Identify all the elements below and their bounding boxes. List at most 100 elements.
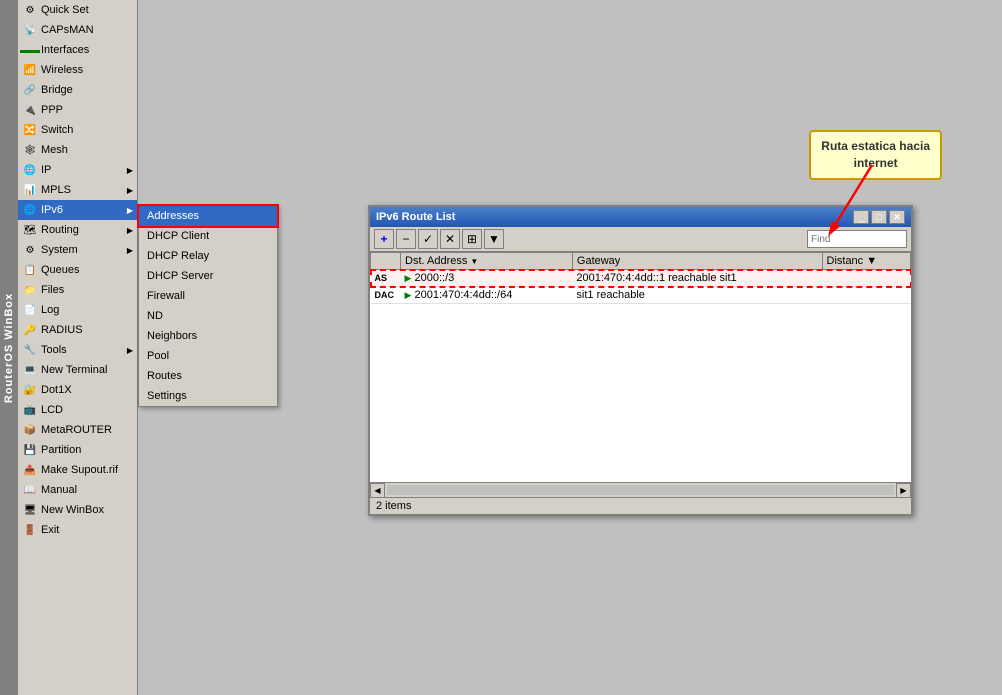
col-distance[interactable]: Distanc ▼ xyxy=(822,253,911,270)
route-table-container: Dst. Address Gateway Distanc ▼ xyxy=(370,252,911,482)
submenu-item-pool[interactable]: Pool xyxy=(139,346,277,366)
sidebar-item-quick-set[interactable]: ⚙ Quick Set xyxy=(18,0,137,20)
sidebar-item-metarouter[interactable]: 📦 MetaROUTER xyxy=(18,420,137,440)
dot1x-icon: 🔐 xyxy=(22,382,38,398)
scroll-track[interactable] xyxy=(387,485,894,495)
row2-distance xyxy=(822,287,911,304)
sidebar-label-mpls: MPLS xyxy=(41,184,71,196)
sidebar-item-partition[interactable]: 💾 Partition xyxy=(18,440,137,460)
sidebar-item-radius[interactable]: 🔑 RADIUS xyxy=(18,320,137,340)
sidebar-label-tools: Tools xyxy=(41,344,67,356)
sidebar-item-switch[interactable]: 🔀 Switch xyxy=(18,120,137,140)
make-supout-icon: 📤 xyxy=(22,462,38,478)
add-button[interactable]: + xyxy=(374,229,394,249)
cross-button[interactable]: ✕ xyxy=(440,229,460,249)
sidebar-item-routing[interactable]: 🗺 Routing xyxy=(18,220,137,240)
mesh-icon: 🕸 xyxy=(22,142,38,158)
check-button[interactable]: ✓ xyxy=(418,229,438,249)
sidebar-label-exit: Exit xyxy=(41,524,59,536)
submenu-item-dhcp-relay[interactable]: DHCP Relay xyxy=(139,246,277,266)
submenu-item-firewall[interactable]: Firewall xyxy=(139,286,277,306)
bridge-icon: 🔗 xyxy=(22,82,38,98)
sidebar-item-ipv6[interactable]: 🌐 IPv6 xyxy=(18,200,137,220)
sidebar-item-lcd[interactable]: 📺 LCD xyxy=(18,400,137,420)
submenu-label-settings: Settings xyxy=(147,390,187,402)
sidebar-item-manual[interactable]: 📖 Manual xyxy=(18,480,137,500)
submenu-item-dhcp-server[interactable]: DHCP Server xyxy=(139,266,277,286)
ppp-icon: 🔌 xyxy=(22,102,38,118)
sidebar-item-log[interactable]: 📄 Log xyxy=(18,300,137,320)
sidebar-label-routing: Routing xyxy=(41,224,79,236)
row2-flags: DAC xyxy=(371,287,401,304)
sidebar-item-capsman[interactable]: 📡 CAPsMAN xyxy=(18,20,137,40)
col-dst-address[interactable]: Dst. Address xyxy=(401,253,573,270)
red-arrow xyxy=(812,155,912,255)
switch-icon: 🔀 xyxy=(22,122,38,138)
submenu-label-firewall: Firewall xyxy=(147,290,185,302)
submenu-item-addresses[interactable]: Addresses xyxy=(139,206,277,226)
files-icon: 📁 xyxy=(22,282,38,298)
table-row[interactable]: DAC ▶ 2001:470:4:4dd::/64 sit1 reachable xyxy=(371,287,911,304)
queues-icon: 📋 xyxy=(22,262,38,278)
sidebar-item-new-winbox[interactable]: 🖥 New WinBox xyxy=(18,500,137,520)
sidebar-item-ip[interactable]: 🌐 IP xyxy=(18,160,137,180)
sidebar-label-log: Log xyxy=(41,304,59,316)
submenu-label-addresses: Addresses xyxy=(147,210,199,222)
col-gateway[interactable]: Gateway xyxy=(572,253,822,270)
row1-dst: ▶ 2000::/3 xyxy=(401,270,573,287)
sidebar-label-make-supout: Make Supout.rif xyxy=(41,464,118,476)
winbox-label: RouterOS WinBox xyxy=(0,0,18,695)
item-count: 2 items xyxy=(376,500,411,512)
scroll-right-button[interactable]: ▶ xyxy=(896,483,911,498)
metarouter-icon: 📦 xyxy=(22,422,38,438)
status-bar: 2 items xyxy=(370,497,911,514)
scroll-left-button[interactable]: ◀ xyxy=(370,483,385,498)
sidebar-label-switch: Switch xyxy=(41,124,73,136)
remove-button[interactable]: − xyxy=(396,229,416,249)
sidebar-item-system[interactable]: ⚙ System xyxy=(18,240,137,260)
sidebar-item-bridge[interactable]: 🔗 Bridge xyxy=(18,80,137,100)
submenu-label-dhcp-server: DHCP Server xyxy=(147,270,213,282)
submenu-item-neighbors[interactable]: Neighbors xyxy=(139,326,277,346)
sidebar-label-mesh: Mesh xyxy=(41,144,68,156)
table-row[interactable]: AS ▶ 2000::/3 2001:470:4:4dd::1 reachabl… xyxy=(371,270,911,287)
sidebar-item-tools[interactable]: 🔧 Tools xyxy=(18,340,137,360)
sidebar-label-ipv6: IPv6 xyxy=(41,204,63,216)
col-flags[interactable] xyxy=(371,253,401,270)
submenu-item-dhcp-client[interactable]: DHCP Client xyxy=(139,226,277,246)
ipv6-submenu: Addresses DHCP Client DHCP Relay DHCP Se… xyxy=(138,205,278,407)
sidebar-item-interfaces[interactable]: ▬▬ Interfaces xyxy=(18,40,137,60)
sidebar-item-exit[interactable]: 🚪 Exit xyxy=(18,520,137,540)
sidebar-label-new-terminal: New Terminal xyxy=(41,364,107,376)
mpls-icon: 📊 xyxy=(22,182,38,198)
sidebar-label-radius: RADIUS xyxy=(41,324,83,336)
copy-button[interactable]: ⊞ xyxy=(462,229,482,249)
submenu-item-settings[interactable]: Settings xyxy=(139,386,277,406)
routing-icon: 🗺 xyxy=(22,222,38,238)
sidebar-item-mesh[interactable]: 🕸 Mesh xyxy=(18,140,137,160)
exit-icon: 🚪 xyxy=(22,522,38,538)
sidebar-label-partition: Partition xyxy=(41,444,81,456)
sidebar-item-mpls[interactable]: 📊 MPLS xyxy=(18,180,137,200)
row1-distance xyxy=(822,270,911,287)
filter-button[interactable]: ▼ xyxy=(484,229,504,249)
sidebar-label-capsman: CAPsMAN xyxy=(41,24,94,36)
sidebar-item-wireless[interactable]: 📶 Wireless xyxy=(18,60,137,80)
row2-dst: ▶ 2001:470:4:4dd::/64 xyxy=(401,287,573,304)
sidebar-item-dot1x[interactable]: 🔐 Dot1X xyxy=(18,380,137,400)
sidebar-item-queues[interactable]: 📋 Queues xyxy=(18,260,137,280)
sidebar-label-files: Files xyxy=(41,284,64,296)
submenu-item-routes[interactable]: Routes xyxy=(139,366,277,386)
annotation-line1: Ruta estatica hacia xyxy=(821,139,930,153)
submenu-label-routes: Routes xyxy=(147,370,182,382)
sidebar-item-files[interactable]: 📁 Files xyxy=(18,280,137,300)
sidebar-item-ppp[interactable]: 🔌 PPP xyxy=(18,100,137,120)
new-winbox-icon: 🖥 xyxy=(22,502,38,518)
sidebar-item-new-terminal[interactable]: 💻 New Terminal xyxy=(18,360,137,380)
sidebar-label-new-winbox: New WinBox xyxy=(41,504,104,516)
interfaces-icon: ▬▬ xyxy=(22,42,38,58)
submenu-item-nd[interactable]: ND xyxy=(139,306,277,326)
sidebar-item-make-supout[interactable]: 📤 Make Supout.rif xyxy=(18,460,137,480)
partition-icon: 💾 xyxy=(22,442,38,458)
route-table: Dst. Address Gateway Distanc ▼ xyxy=(370,252,911,304)
